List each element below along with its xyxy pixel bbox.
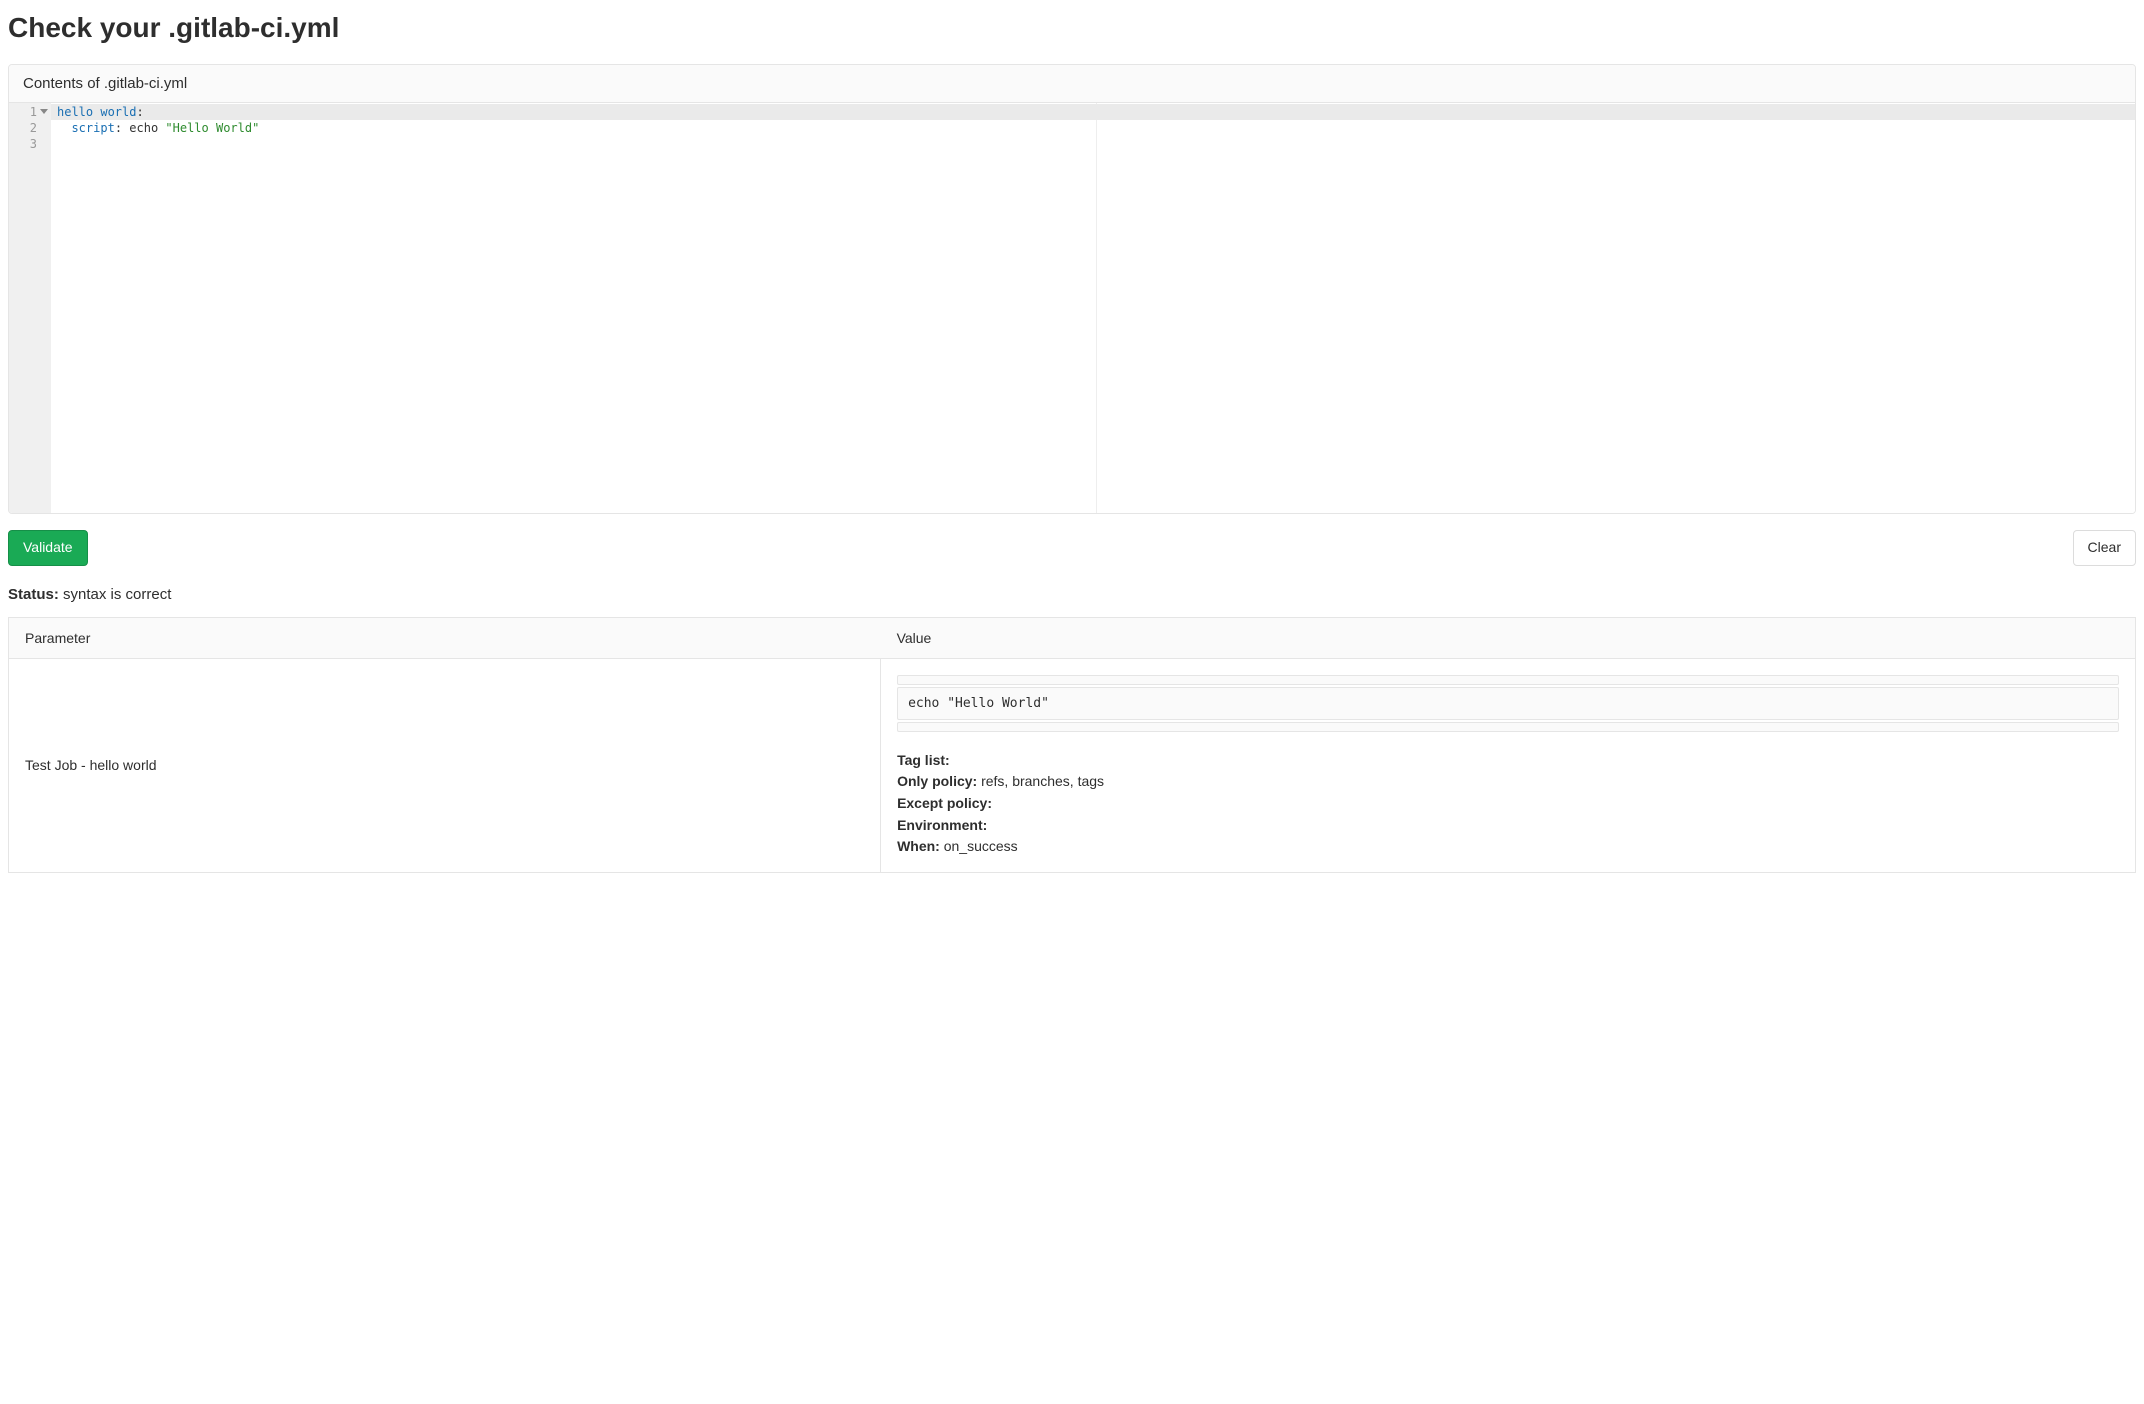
line-number: 3 bbox=[9, 136, 51, 152]
except-policy-label: Except policy: bbox=[897, 795, 992, 811]
code-line[interactable]: script: echo "Hello World" bbox=[57, 120, 1096, 136]
line-number: 1 bbox=[9, 104, 51, 120]
parameter-cell: Test Job - hello world bbox=[9, 658, 881, 872]
script-block: echo "Hello World" bbox=[897, 687, 2119, 720]
status-value: syntax is correct bbox=[63, 586, 171, 603]
line-number: 2 bbox=[9, 120, 51, 136]
value-cell: echo "Hello World" Tag list: Only policy… bbox=[881, 658, 2136, 872]
meta-block: Tag list: Only policy: refs, branches, t… bbox=[897, 750, 2119, 858]
code-line[interactable] bbox=[57, 136, 1096, 152]
when-value: on_success bbox=[944, 838, 1018, 854]
page-title: Check your .gitlab-ci.yml bbox=[8, 12, 2136, 44]
results-table: Parameter Value Test Job - hello world e… bbox=[8, 617, 2136, 873]
script-block bbox=[897, 675, 2119, 685]
table-row: Test Job - hello world echo "Hello World… bbox=[9, 658, 2136, 872]
code-area[interactable]: hello world: script: echo "Hello World" bbox=[51, 103, 1097, 513]
code-editor[interactable]: 123 hello world: script: echo "Hello Wor… bbox=[9, 103, 2135, 513]
environment-label: Environment: bbox=[897, 817, 987, 833]
editor-header: Contents of .gitlab-ci.yml bbox=[9, 65, 2135, 103]
code-line[interactable]: hello world: bbox=[51, 104, 2136, 120]
status-line: Status: syntax is correct bbox=[8, 586, 2136, 603]
tag-list-label: Tag list: bbox=[897, 752, 950, 768]
editor-panel: Contents of .gitlab-ci.yml 123 hello wor… bbox=[8, 64, 2136, 514]
only-policy-label: Only policy: bbox=[897, 773, 977, 789]
script-block bbox=[897, 722, 2119, 732]
only-policy-value: refs, branches, tags bbox=[981, 773, 1104, 789]
editor-right-pane bbox=[1097, 103, 2136, 513]
actions-row: Validate Clear bbox=[8, 530, 2136, 566]
validate-button[interactable]: Validate bbox=[8, 530, 88, 566]
status-label: Status: bbox=[8, 586, 59, 603]
editor-gutter: 123 bbox=[9, 103, 51, 513]
col-parameter: Parameter bbox=[9, 617, 881, 658]
col-value: Value bbox=[881, 617, 2136, 658]
clear-button[interactable]: Clear bbox=[2073, 530, 2136, 566]
when-label: When: bbox=[897, 838, 940, 854]
